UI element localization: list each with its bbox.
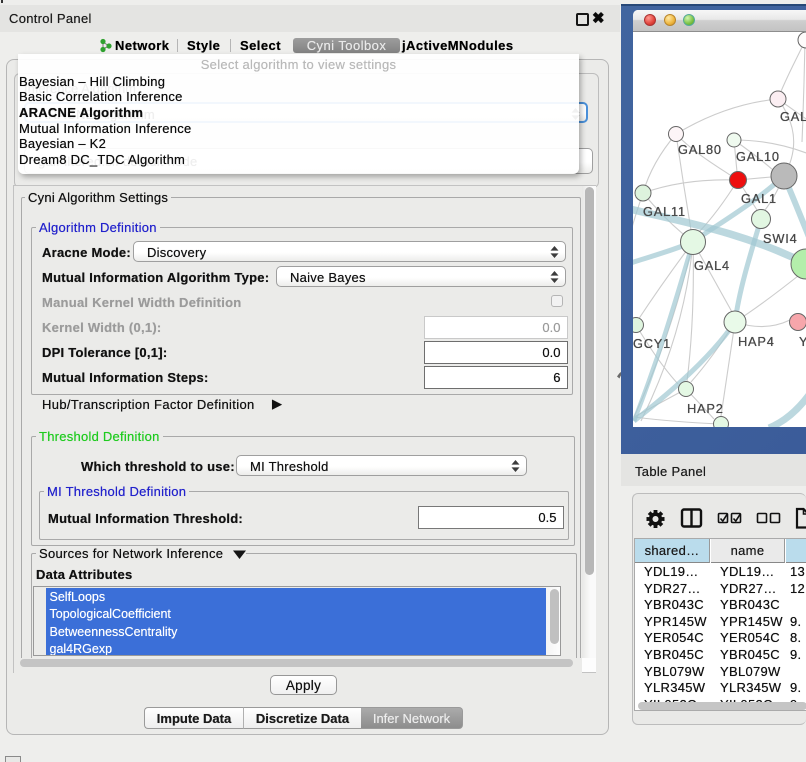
svg-text:HAP4: HAP4 (738, 334, 775, 349)
svg-text:GAL2: GAL2 (780, 109, 806, 124)
svg-text:GAL1: GAL1 (741, 191, 777, 206)
svg-text:GCY1: GCY1 (633, 336, 671, 351)
svg-text:Y: Y (799, 334, 806, 349)
svg-text:GAL11: GAL11 (643, 204, 686, 219)
svg-text:GAL4: GAL4 (694, 258, 730, 273)
svg-text:SWI4: SWI4 (763, 231, 798, 246)
svg-text:GAL10: GAL10 (736, 149, 780, 164)
svg-text:HAP2: HAP2 (687, 401, 724, 416)
svg-text:GAL80: GAL80 (678, 142, 722, 157)
